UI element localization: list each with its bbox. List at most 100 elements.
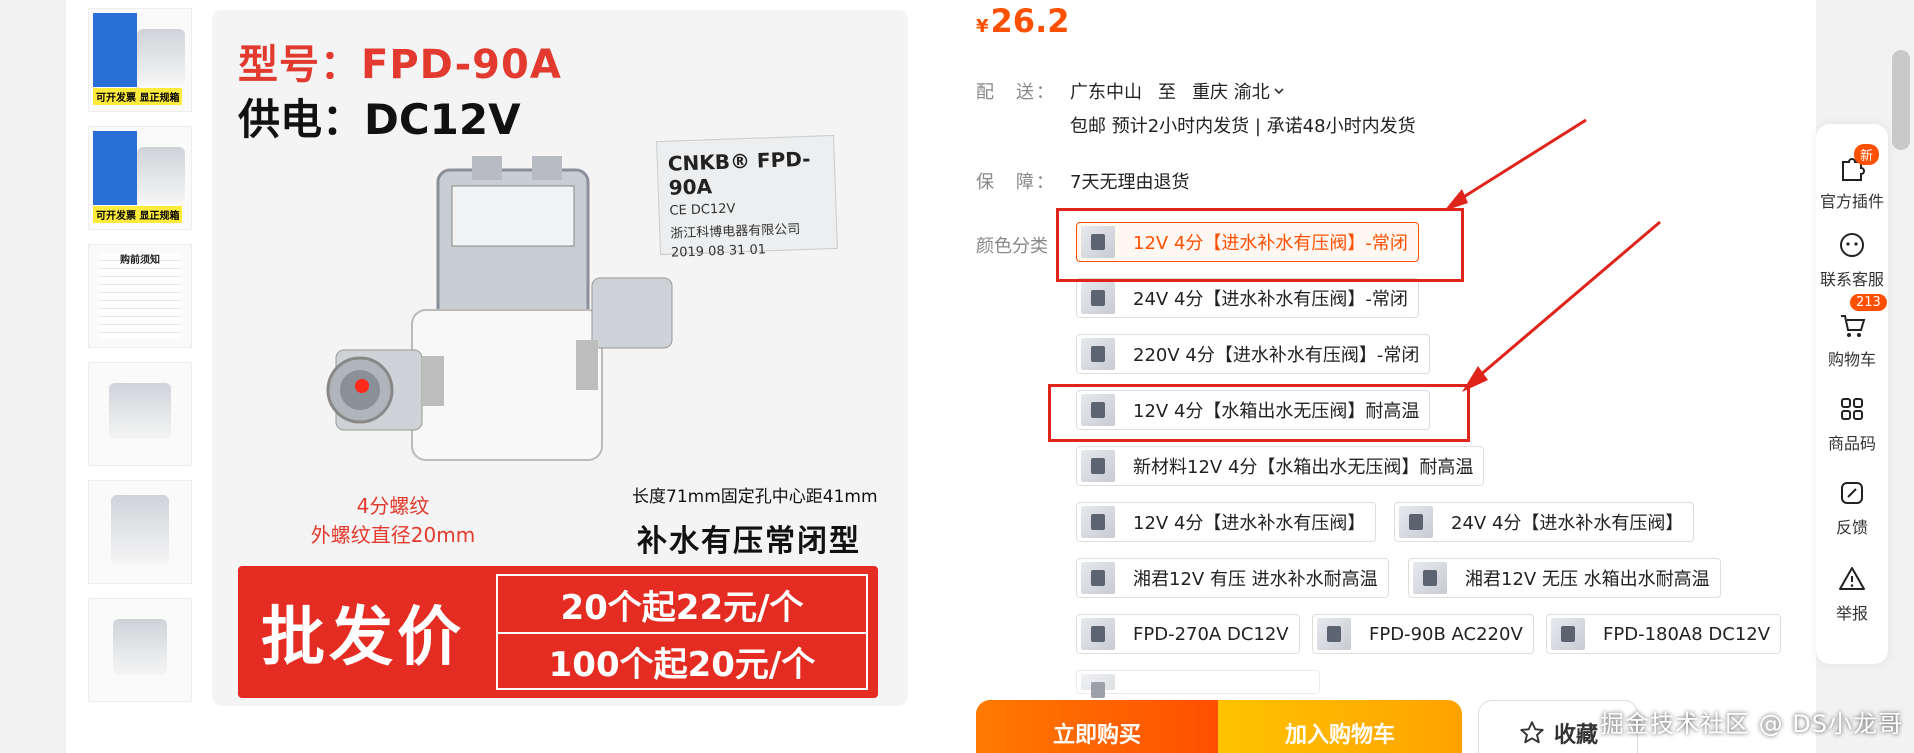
sku-thumbnail <box>1413 562 1447 594</box>
sku-label: 颜色分类 <box>976 236 1048 257</box>
shipping-info: 包邮 预计2小时内发货 | 承诺48小时内发货 <box>1070 116 1416 137</box>
sidebar-item-plugin[interactable]: 新 官方插件 <box>1816 144 1888 212</box>
sku-option[interactable]: 24V 4分【进水补水有压阀】 <box>1394 502 1695 542</box>
annotation-box <box>1056 208 1464 282</box>
sku-option-label: 24V 4分【进水补水有压阀】 <box>1451 513 1684 534</box>
annotation-box <box>1048 384 1470 442</box>
thumbnail-3[interactable]: 购前须知 <box>88 244 192 348</box>
sidebar-item-label: 购物车 <box>1827 350 1876 369</box>
length-spec: 长度71mm固定孔中心距41mm <box>632 487 878 507</box>
nameplate-line: CE DC12V <box>669 201 736 219</box>
power-label: 供电：DC12V <box>238 95 521 144</box>
sku-option-label: 12V 4分【进水补水有压阀】 <box>1133 513 1366 534</box>
sku-option[interactable]: 220V 4分【进水补水有压阀】-常闭 <box>1076 334 1431 374</box>
chevron-down-icon <box>1274 88 1284 95</box>
favorite-label: 收藏 <box>1553 723 1598 748</box>
sku-thumbnail <box>1081 506 1115 538</box>
sku-option[interactable]: FPD-90B AC220V <box>1312 614 1534 654</box>
sku-thumbnail <box>1551 618 1585 650</box>
thumbnail-1[interactable]: 可开发票 显正规箱 <box>88 8 192 112</box>
thumbnail-4[interactable] <box>88 362 192 466</box>
guarantee-label: 保 障： <box>976 172 1056 193</box>
sidebar-item-label: 商品码 <box>1827 434 1876 453</box>
chat-icon <box>1840 233 1864 257</box>
thumbnail-badge: 可开发票 显正规箱 <box>93 206 183 223</box>
sku-thumbnail <box>1081 338 1115 370</box>
currency-symbol: ¥ <box>976 16 989 37</box>
sku-option-partial[interactable] <box>1076 670 1320 698</box>
sidebar-item-cart[interactable]: 213 购物车 <box>1816 294 1888 370</box>
sidebar-item-label: 联系客服 <box>1819 270 1884 289</box>
shipping-route: 广东中山 至 重庆 渝北 <box>1070 78 1286 104</box>
sku-option-label: 湘君12V 无压 水箱出水耐高温 <box>1465 569 1710 590</box>
sku-option-label: 湘君12V 有压 进水补水耐高温 <box>1133 569 1378 590</box>
thread-spec-line: 外螺纹直径20mm <box>310 523 476 547</box>
sku-option[interactable]: FPD-180A8 DC12V <box>1546 614 1782 654</box>
sku-thumbnail <box>1399 506 1433 538</box>
thumbnail-list: 可开发票 显正规箱 可开发票 显正规箱 购前须知 <box>88 8 192 716</box>
wholesale-tier: 20个起22元/个 <box>560 587 804 628</box>
thumbnail-6[interactable] <box>88 598 192 702</box>
thumbnail-2[interactable]: 可开发票 显正规箱 <box>88 126 192 230</box>
warning-icon <box>1839 567 1865 590</box>
sku-option-label: 220V 4分【进水补水有压阀】-常闭 <box>1133 345 1420 366</box>
add-to-cart-button[interactable]: 加入购物车 <box>1218 700 1462 753</box>
sku-option-label: FPD-90B AC220V <box>1369 623 1523 645</box>
sidebar-item-qrcode[interactable]: 商品码 <box>1816 394 1888 454</box>
nameplate-line: 浙江科博电器有限公司 <box>670 222 801 242</box>
wholesale-label: 批发价 <box>261 601 465 675</box>
sidebar-item-report[interactable]: 举报 <box>1816 564 1888 624</box>
wholesale-tier: 100个起20元/个 <box>498 632 866 688</box>
annotation-arrow <box>1444 118 1587 211</box>
sku-option[interactable]: 湘君12V 无压 水箱出水耐高温 <box>1408 558 1721 598</box>
sku-option-label: 24V 4分【进水补水有压阀】-常闭 <box>1133 289 1408 310</box>
shipping-origin: 广东中山 <box>1070 82 1142 103</box>
shipping-to: 至 <box>1158 82 1176 103</box>
main-product-image[interactable]: 型号：FPD-90A 供电：DC12V CNKB® FPD-90A CE DC1… <box>212 10 908 706</box>
sku-thumbnail <box>1081 674 1115 698</box>
sku-thumbnail <box>1081 618 1115 650</box>
product-page: 可开发票 显正规箱 可开发票 显正规箱 购前须知 型号：FPD-90A 供电：D… <box>0 0 1914 753</box>
shipping-destination: 重庆 渝北 <box>1192 82 1270 103</box>
nameplate-brand: CNKB® FPD-90A <box>667 146 811 200</box>
annotation-arrow <box>1462 220 1661 392</box>
solenoid-valve-illustration <box>326 156 673 461</box>
qrcode-icon <box>1841 398 1863 420</box>
plugin-new-badge: 新 <box>1854 144 1880 165</box>
sku-option[interactable]: FPD-270A DC12V <box>1076 614 1300 654</box>
sku-option[interactable]: 12V 4分【进水补水有压阀】 <box>1076 502 1377 542</box>
sidebar-item-label: 官方插件 <box>1819 192 1884 211</box>
model-label: 型号：FPD-90A <box>238 42 562 88</box>
sidebar-item-feedback[interactable]: 反馈 <box>1816 478 1888 538</box>
sku-option[interactable]: 湘君12V 有压 进水补水耐高温 <box>1076 558 1389 598</box>
right-sidebar: 新 官方插件 联系客服 213 购物车 商品码 反馈 举报 <box>1816 124 1888 664</box>
sku-thumbnail <box>1081 282 1115 314</box>
sku-option-label: 新材料12V 4分【水箱出水无压阀】耐高温 <box>1133 457 1474 478</box>
wholesale-banner: 批发价 20个起22元/个 100个起20元/个 <box>238 566 878 698</box>
cart-icon <box>1841 315 1866 337</box>
thumbnail-5[interactable] <box>88 480 192 584</box>
valve-type: 补水有压常闭型 <box>637 524 861 559</box>
shipping-label: 配 送： <box>976 82 1056 103</box>
sku-thumbnail <box>1317 618 1351 650</box>
sku-thumbnail <box>1081 562 1115 594</box>
nameplate-card: CNKB® FPD-90A CE DC12V 浙江科博电器有限公司 2019 0… <box>656 134 838 261</box>
thread-spec-line: 4分螺纹 <box>356 494 430 518</box>
thumbnail-badge: 可开发票 显正规箱 <box>93 88 183 105</box>
edit-icon <box>1841 482 1863 504</box>
sidebar-item-service[interactable]: 联系客服 <box>1816 230 1888 290</box>
price-value: 26.2 <box>990 2 1070 40</box>
shipping-destination-selector[interactable]: 重庆 渝北 <box>1192 78 1286 104</box>
sidebar-item-label: 举报 <box>1835 604 1868 623</box>
sku-thumbnail <box>1081 450 1115 482</box>
watermark: 掘金技术社区 @ DS小龙哥 <box>1600 710 1903 738</box>
scrollbar[interactable] <box>1892 50 1910 150</box>
wholesale-tiers: 20个起22元/个 100个起20元/个 <box>496 574 868 690</box>
price: ¥26.2 <box>976 2 1069 40</box>
star-icon <box>1520 721 1544 744</box>
sku-option[interactable]: 24V 4分【进水补水有压阀】-常闭 <box>1076 278 1419 318</box>
sku-option[interactable]: 新材料12V 4分【水箱出水无压阀】耐高温 <box>1076 446 1485 486</box>
buy-now-button[interactable]: 立即购买 <box>976 700 1218 753</box>
guarantee-value: 7天无理由退货 <box>1070 172 1190 193</box>
sku-option-label: FPD-180A8 DC12V <box>1603 623 1771 645</box>
